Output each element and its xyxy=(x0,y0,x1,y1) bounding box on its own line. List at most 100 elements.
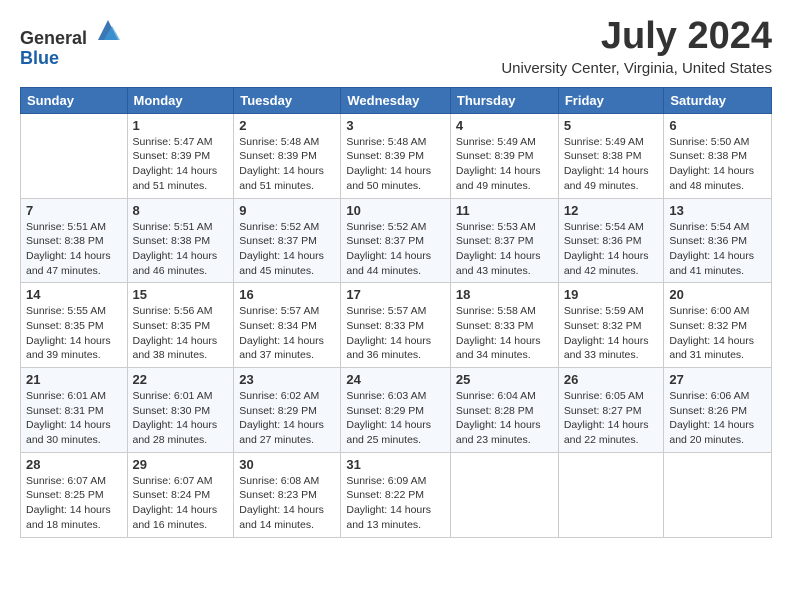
day-info: Sunrise: 5:52 AM Sunset: 8:37 PM Dayligh… xyxy=(239,220,335,279)
calendar-cell: 20 Sunrise: 6:00 AM Sunset: 8:32 PM Dayli… xyxy=(664,283,772,368)
day-number: 29 xyxy=(133,457,229,472)
logo: General Blue xyxy=(20,16,122,69)
day-number: 19 xyxy=(564,287,659,302)
day-of-week-monday: Monday xyxy=(127,87,234,113)
calendar-cell: 8 Sunrise: 5:51 AM Sunset: 8:38 PM Daylig… xyxy=(127,198,234,283)
day-number: 7 xyxy=(26,203,122,218)
day-info: Sunrise: 6:08 AM Sunset: 8:23 PM Dayligh… xyxy=(239,474,335,533)
day-info: Sunrise: 6:09 AM Sunset: 8:22 PM Dayligh… xyxy=(346,474,445,533)
day-of-week-sunday: Sunday xyxy=(21,87,128,113)
calendar-cell: 13Sunrise: 5:54 AM Sunset: 8:36 PM Dayli… xyxy=(664,198,772,283)
day-number: 30 xyxy=(239,457,335,472)
calendar-cell: 22 Sunrise: 6:01 AM Sunset: 8:30 PM Dayli… xyxy=(127,368,234,453)
day-info: Sunrise: 5:54 AM Sunset: 8:36 PM Dayligh… xyxy=(669,220,766,279)
calendar-cell: 14 Sunrise: 5:55 AM Sunset: 8:35 PM Dayli… xyxy=(21,283,128,368)
day-number: 22 xyxy=(133,372,229,387)
day-number: 17 xyxy=(346,287,445,302)
day-number: 15 xyxy=(133,287,229,302)
calendar-cell: 18 Sunrise: 5:58 AM Sunset: 8:33 PM Dayli… xyxy=(450,283,558,368)
calendar-cell xyxy=(21,113,128,198)
day-number: 11 xyxy=(456,203,553,218)
day-of-week-tuesday: Tuesday xyxy=(234,87,341,113)
day-info: Sunrise: 5:52 AM Sunset: 8:37 PM Dayligh… xyxy=(346,220,445,279)
calendar-cell xyxy=(558,452,664,537)
calendar-cell: 1Sunrise: 5:47 AM Sunset: 8:39 PM Daylig… xyxy=(127,113,234,198)
main-title: July 2024 xyxy=(501,16,772,58)
day-info: Sunrise: 5:58 AM Sunset: 8:33 PM Dayligh… xyxy=(456,304,553,363)
day-number: 25 xyxy=(456,372,553,387)
calendar-cell: 11 Sunrise: 5:53 AM Sunset: 8:37 PM Dayli… xyxy=(450,198,558,283)
logo-general: General xyxy=(20,16,122,49)
calendar-cell: 31 Sunrise: 6:09 AM Sunset: 8:22 PM Dayli… xyxy=(341,452,451,537)
day-number: 4 xyxy=(456,118,553,133)
day-of-week-friday: Friday xyxy=(558,87,664,113)
day-info: Sunrise: 5:49 AM Sunset: 8:39 PM Dayligh… xyxy=(456,135,553,194)
calendar-cell: 25 Sunrise: 6:04 AM Sunset: 8:28 PM Dayli… xyxy=(450,368,558,453)
day-info: Sunrise: 6:01 AM Sunset: 8:31 PM Dayligh… xyxy=(26,389,122,448)
day-number: 27 xyxy=(669,372,766,387)
logo-icon xyxy=(94,16,122,44)
calendar-cell xyxy=(664,452,772,537)
calendar-cell: 15 Sunrise: 5:56 AM Sunset: 8:35 PM Dayli… xyxy=(127,283,234,368)
day-info: Sunrise: 5:51 AM Sunset: 8:38 PM Dayligh… xyxy=(26,220,122,279)
calendar-cell: 30 Sunrise: 6:08 AM Sunset: 8:23 PM Dayli… xyxy=(234,452,341,537)
day-info: Sunrise: 5:57 AM Sunset: 8:33 PM Dayligh… xyxy=(346,304,445,363)
day-info: Sunrise: 6:07 AM Sunset: 8:24 PM Dayligh… xyxy=(133,474,229,533)
calendar-cell: 28Sunrise: 6:07 AM Sunset: 8:25 PM Dayli… xyxy=(21,452,128,537)
day-info: Sunrise: 5:59 AM Sunset: 8:32 PM Dayligh… xyxy=(564,304,659,363)
logo-blue: Blue xyxy=(20,49,122,69)
calendar-cell: 12 Sunrise: 5:54 AM Sunset: 8:36 PM Dayli… xyxy=(558,198,664,283)
day-number: 18 xyxy=(456,287,553,302)
day-info: Sunrise: 5:51 AM Sunset: 8:38 PM Dayligh… xyxy=(133,220,229,279)
day-info: Sunrise: 6:01 AM Sunset: 8:30 PM Dayligh… xyxy=(133,389,229,448)
day-info: Sunrise: 6:04 AM Sunset: 8:28 PM Dayligh… xyxy=(456,389,553,448)
day-info: Sunrise: 5:56 AM Sunset: 8:35 PM Dayligh… xyxy=(133,304,229,363)
calendar-cell: 21 Sunrise: 6:01 AM Sunset: 8:31 PM Dayli… xyxy=(21,368,128,453)
calendar-cell: 29 Sunrise: 6:07 AM Sunset: 8:24 PM Dayli… xyxy=(127,452,234,537)
day-number: 31 xyxy=(346,457,445,472)
day-info: Sunrise: 6:00 AM Sunset: 8:32 PM Dayligh… xyxy=(669,304,766,363)
day-number: 14 xyxy=(26,287,122,302)
day-of-week-thursday: Thursday xyxy=(450,87,558,113)
calendar-cell: 9 Sunrise: 5:52 AM Sunset: 8:37 PM Daylig… xyxy=(234,198,341,283)
calendar-cell: 6 Sunrise: 5:50 AM Sunset: 8:38 PM Daylig… xyxy=(664,113,772,198)
day-number: 9 xyxy=(239,203,335,218)
day-number: 12 xyxy=(564,203,659,218)
page-header: General Blue July 2024 University Center… xyxy=(20,16,772,77)
day-number: 21 xyxy=(26,372,122,387)
day-number: 1 xyxy=(133,118,229,133)
day-number: 3 xyxy=(346,118,445,133)
day-info: Sunrise: 5:55 AM Sunset: 8:35 PM Dayligh… xyxy=(26,304,122,363)
calendar-cell: 17 Sunrise: 5:57 AM Sunset: 8:33 PM Dayli… xyxy=(341,283,451,368)
day-info: Sunrise: 5:50 AM Sunset: 8:38 PM Dayligh… xyxy=(669,135,766,194)
day-info: Sunrise: 5:48 AM Sunset: 8:39 PM Dayligh… xyxy=(239,135,335,194)
calendar-cell: 2 Sunrise: 5:48 AM Sunset: 8:39 PM Daylig… xyxy=(234,113,341,198)
day-number: 10 xyxy=(346,203,445,218)
day-info: Sunrise: 6:07 AM Sunset: 8:25 PM Dayligh… xyxy=(26,474,122,533)
calendar-cell: 16 Sunrise: 5:57 AM Sunset: 8:34 PM Dayli… xyxy=(234,283,341,368)
day-number: 2 xyxy=(239,118,335,133)
day-of-week-wednesday: Wednesday xyxy=(341,87,451,113)
day-number: 20 xyxy=(669,287,766,302)
calendar-cell: 19 Sunrise: 5:59 AM Sunset: 8:32 PM Dayli… xyxy=(558,283,664,368)
day-info: Sunrise: 5:57 AM Sunset: 8:34 PM Dayligh… xyxy=(239,304,335,363)
day-info: Sunrise: 5:54 AM Sunset: 8:36 PM Dayligh… xyxy=(564,220,659,279)
day-info: Sunrise: 5:48 AM Sunset: 8:39 PM Dayligh… xyxy=(346,135,445,194)
day-number: 8 xyxy=(133,203,229,218)
calendar-cell: 4 Sunrise: 5:49 AM Sunset: 8:39 PM Daylig… xyxy=(450,113,558,198)
calendar-cell: 27 Sunrise: 6:06 AM Sunset: 8:26 PM Dayli… xyxy=(664,368,772,453)
day-info: Sunrise: 6:06 AM Sunset: 8:26 PM Dayligh… xyxy=(669,389,766,448)
calendar-cell: 23Sunrise: 6:02 AM Sunset: 8:29 PM Dayli… xyxy=(234,368,341,453)
calendar-header: SundayMondayTuesdayWednesdayThursdayFrid… xyxy=(21,87,772,113)
day-info: Sunrise: 6:03 AM Sunset: 8:29 PM Dayligh… xyxy=(346,389,445,448)
day-info: Sunrise: 6:05 AM Sunset: 8:27 PM Dayligh… xyxy=(564,389,659,448)
calendar-cell: 24Sunrise: 6:03 AM Sunset: 8:29 PM Dayli… xyxy=(341,368,451,453)
calendar-cell xyxy=(450,452,558,537)
day-info: Sunrise: 6:02 AM Sunset: 8:29 PM Dayligh… xyxy=(239,389,335,448)
day-info: Sunrise: 5:53 AM Sunset: 8:37 PM Dayligh… xyxy=(456,220,553,279)
day-number: 16 xyxy=(239,287,335,302)
day-number: 26 xyxy=(564,372,659,387)
subtitle: University Center, Virginia, United Stat… xyxy=(501,60,772,77)
day-number: 5 xyxy=(564,118,659,133)
day-number: 6 xyxy=(669,118,766,133)
